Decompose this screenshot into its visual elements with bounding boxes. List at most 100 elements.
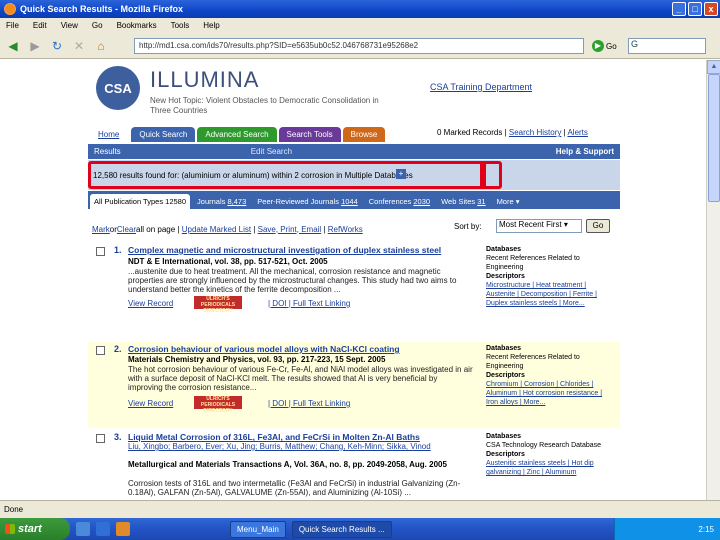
sort-go-button[interactable]: Go	[586, 219, 610, 233]
menu-file[interactable]: File	[6, 21, 19, 30]
system-tray: 2:15	[614, 518, 720, 540]
scroll-thumb[interactable]	[708, 74, 720, 202]
sort-select[interactable]: Most Recent First ▾	[496, 219, 582, 233]
firefox-quicklaunch-icon[interactable]	[116, 522, 130, 536]
ulrichs-logo[interactable]: ULRICH'S PERIODICALS DIRECTORY	[194, 396, 242, 414]
start-button[interactable]: start	[0, 518, 70, 540]
menu-tools[interactable]: Tools	[171, 21, 190, 30]
tab-more[interactable]: More ▾	[492, 194, 524, 209]
scroll-up-icon[interactable]: ▲	[707, 60, 720, 74]
tab-web-sites[interactable]: Web Sites 31	[437, 194, 490, 209]
account-links: 0 Marked Records | Search History | Aler…	[437, 128, 588, 137]
result-number: 3.	[114, 432, 122, 442]
forward-icon[interactable]: ▶	[26, 37, 44, 55]
show-desktop-icon[interactable]	[76, 522, 90, 536]
result-sidebar: Databases Recent References Related to E…	[486, 345, 603, 406]
result-source: NDT & E International, vol. 38, pp. 517-…	[128, 257, 328, 266]
highlight-box-summary	[88, 161, 486, 189]
brand-name: ILLUMINA	[150, 67, 260, 92]
reload-icon[interactable]: ↻	[48, 37, 66, 55]
window-controls: _ □ x	[672, 2, 718, 16]
page-viewport: CSA ILLUMINA New Hot Topic: Violent Obst…	[0, 60, 706, 500]
menu-go[interactable]: Go	[92, 21, 103, 30]
tab-all-publication-types[interactable]: All Publication Types 12580	[90, 194, 191, 209]
results-label: Results	[94, 147, 121, 156]
tab-search-tools[interactable]: Search Tools	[278, 127, 341, 142]
menu-edit[interactable]: Edit	[33, 21, 47, 30]
result-sidebar: Databases Recent References Related to E…	[486, 246, 597, 307]
result-checkbox[interactable]	[96, 434, 105, 443]
marked-records[interactable]: 0 Marked Records	[437, 128, 502, 137]
result-title-link[interactable]: Corrosion behaviour of various model all…	[128, 344, 468, 354]
vertical-scrollbar[interactable]: ▲	[706, 60, 720, 500]
menu-help[interactable]: Help	[203, 21, 219, 30]
view-record-link[interactable]: View Record	[128, 299, 173, 308]
descriptor-links[interactable]: Chromium | Corrosion | Chlorides | Alumi…	[486, 381, 602, 406]
menu-bookmarks[interactable]: Bookmarks	[117, 21, 157, 30]
address-bar[interactable]: http://md1.csa.com/ids70/results.php?SID…	[134, 38, 584, 54]
taskbar-item-menu-main[interactable]: Menu_Main	[230, 520, 286, 538]
ulrichs-logo[interactable]: ULRICH'S PERIODICALS DIRECTORY	[194, 296, 242, 314]
result-number: 2.	[114, 344, 122, 354]
tab-journals[interactable]: Journals 8,473	[193, 194, 251, 209]
result-item: 2. Corrosion behaviour of various model …	[88, 342, 620, 428]
full-text-links[interactable]: | DOI | Full Text Linking	[268, 399, 350, 408]
result-item: 1. Complex magnetic and microstructural …	[88, 243, 620, 347]
update-marked-list-link[interactable]: Update Marked List	[182, 225, 251, 234]
highlight-box-plus	[480, 161, 502, 189]
alerts-link[interactable]: Alerts	[567, 128, 587, 137]
main-tabs: Home Quick Search Advanced Search Search…	[96, 126, 386, 142]
descriptor-links[interactable]: Austenitic stainless steels | Hot dip ga…	[486, 460, 594, 476]
result-number: 1.	[114, 245, 122, 255]
result-abstract: Corrosion tests of 316L and two intermet…	[128, 479, 461, 497]
window-title: Quick Search Results - Mozilla Firefox	[20, 4, 184, 14]
result-authors[interactable]: Liu, Xingbo; Barbero, Ever; Xu, Jing; Bu…	[128, 442, 478, 451]
back-icon[interactable]: ◀	[4, 37, 22, 55]
home-icon[interactable]: ⌂	[92, 37, 110, 55]
maximize-button[interactable]: □	[688, 2, 702, 16]
tab-peer-reviewed[interactable]: Peer-Reviewed Journals 1044	[253, 194, 362, 209]
mark-link[interactable]: Mark	[92, 225, 110, 234]
tab-conferences[interactable]: Conferences 2030	[364, 194, 435, 209]
minimize-button[interactable]: _	[672, 2, 686, 16]
tab-home[interactable]: Home	[96, 127, 129, 142]
save-print-email-link[interactable]: Save, Print, Email	[258, 225, 322, 234]
result-sidebar: Databases CSA Technology Research Databa…	[486, 433, 602, 476]
status-bar: Done	[0, 500, 720, 518]
hot-topic-link[interactable]: New Hot Topic: Violent Obstacles to Demo…	[150, 96, 380, 116]
taskbar-item-firefox[interactable]: Quick Search Results ...	[291, 520, 392, 538]
tab-advanced-search[interactable]: Advanced Search	[197, 127, 277, 142]
help-support-link[interactable]: Help & Support	[556, 147, 614, 156]
tab-browse[interactable]: Browse	[342, 127, 386, 142]
result-title-link[interactable]: Liquid Metal Corrosion of 316L, Fe3Al, a…	[128, 432, 468, 442]
ie-icon[interactable]	[96, 522, 110, 536]
tab-quick-search[interactable]: Quick Search	[131, 127, 196, 142]
full-text-links[interactable]: | DOI | Full Text Linking	[268, 299, 350, 308]
search-history-link[interactable]: Search History	[509, 128, 561, 137]
window-titlebar: Quick Search Results - Mozilla Firefox _…	[0, 0, 720, 18]
stop-icon[interactable]: ✕	[70, 37, 88, 55]
result-checkbox[interactable]	[96, 346, 105, 355]
training-link[interactable]: CSA Training Department	[430, 82, 532, 92]
descriptor-links[interactable]: Microstructure | Heat treatment | Austen…	[486, 282, 597, 307]
view-record-link[interactable]: View Record	[128, 399, 173, 408]
windows-taskbar: start Menu_Main Quick Search Results ...…	[0, 518, 720, 540]
csa-logo: CSA	[96, 66, 140, 110]
result-item: 3. Liquid Metal Corrosion of 316L, Fe3Al…	[88, 430, 620, 500]
status-text: Done	[4, 505, 24, 514]
clear-link[interactable]: Clear	[117, 225, 136, 234]
result-title-link[interactable]: Complex magnetic and microstructural inv…	[128, 245, 468, 255]
result-checkbox[interactable]	[96, 247, 105, 256]
close-button[interactable]: x	[704, 2, 718, 16]
go-button[interactable]: ▶ Go	[592, 38, 620, 54]
menu-view[interactable]: View	[61, 21, 78, 30]
search-engine-input[interactable]: G	[628, 38, 706, 54]
firefox-icon	[4, 3, 16, 15]
refworks-link[interactable]: RefWorks	[328, 225, 363, 234]
results-header-bar: Results Edit Search Help & Support	[88, 144, 620, 159]
edit-search-link[interactable]: Edit Search	[251, 147, 292, 156]
result-abstract: The hot corrosion behaviour of various F…	[128, 365, 473, 392]
publication-type-tabs: All Publication Types 12580 Journals 8,4…	[88, 191, 620, 209]
menu-bar: File Edit View Go Bookmarks Tools Help	[0, 18, 720, 33]
go-label: Go	[606, 41, 617, 51]
